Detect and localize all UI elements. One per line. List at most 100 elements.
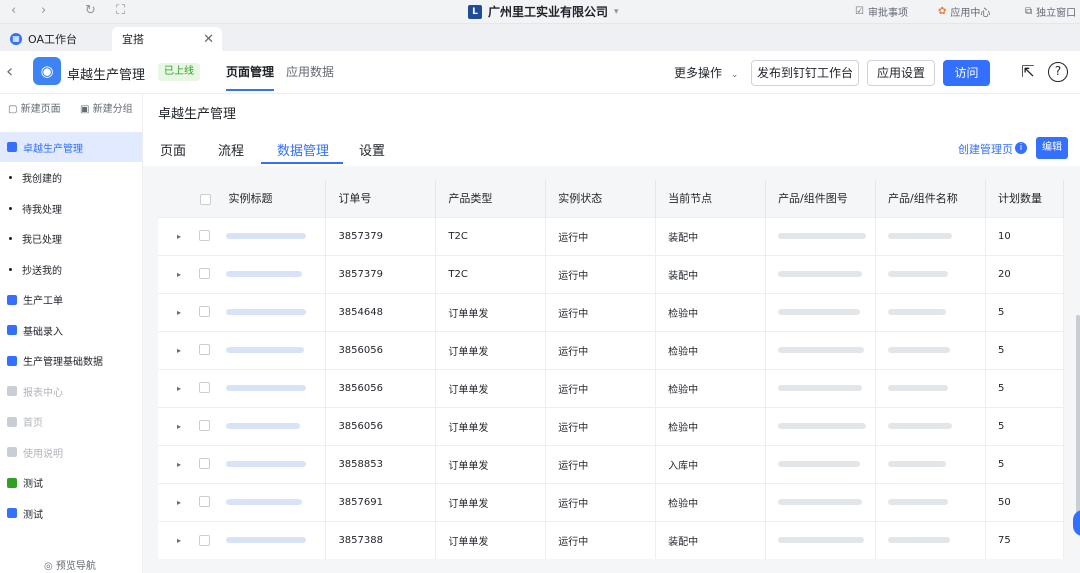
row-checkbox[interactable] — [199, 534, 211, 546]
back-arrow-icon[interactable]: ‹ — [6, 61, 13, 82]
column-order-header[interactable]: 订单号 — [325, 180, 437, 217]
sidebar-item-label: 待我处理 — [22, 204, 62, 216]
instance-title-redacted[interactable] — [226, 232, 307, 239]
sidebar-item[interactable]: 基础录入 — [0, 315, 142, 345]
table-row[interactable]: ▸ 3857691 订单单发 运行中 检验中 50 — [158, 482, 1064, 521]
column-title-header[interactable]: 实例标题 — [229, 192, 273, 205]
expand-row-icon[interactable]: ▸ — [177, 308, 181, 317]
tab-yida[interactable]: 宜搭 ✕ — [112, 27, 222, 51]
expand-row-icon[interactable]: ▸ — [177, 232, 181, 241]
instance-title-redacted[interactable] — [226, 308, 307, 315]
table-row[interactable]: ▸ 3856056 订单单发 运行中 检验中 5 — [158, 406, 1064, 445]
refresh-icon[interactable]: ↻ — [85, 3, 96, 18]
table-row[interactable]: ▸ 3857379 T2C 运行中 装配中 20 — [158, 254, 1064, 293]
company-switcher[interactable]: L 广州里工实业有限公司 ▾ — [468, 3, 619, 20]
edit-button[interactable]: 编辑 — [1036, 137, 1068, 159]
cell-drawing-no — [765, 330, 877, 369]
row-checkbox[interactable] — [199, 458, 211, 470]
new-group-button[interactable]: ▣ 新建分组 — [80, 100, 133, 115]
instance-title-redacted[interactable] — [226, 270, 303, 277]
publish-button[interactable]: 发布到钉钉工作台 — [751, 60, 859, 86]
sidebar-item[interactable]: 测试 — [0, 468, 142, 498]
row-checkbox[interactable] — [199, 344, 211, 356]
instance-title-redacted[interactable] — [226, 384, 307, 391]
sidebar-item[interactable]: 使用说明 — [0, 437, 142, 467]
sidebar-item[interactable]: 报表中心 — [0, 376, 142, 406]
column-planned-qty-header[interactable]: 计划数量 — [985, 180, 1064, 217]
caret-down-icon: ▾ — [614, 6, 619, 17]
cell-title: ▸ — [158, 482, 327, 521]
app-center-link[interactable]: ✿ 应用中心 — [938, 4, 990, 19]
sidebar-item[interactable]: 卓越生产管理 — [0, 132, 142, 162]
instance-title-redacted[interactable] — [226, 346, 305, 353]
row-checkbox[interactable] — [199, 496, 211, 508]
preview-nav-button[interactable]: ◎ 预览导航 — [44, 557, 96, 572]
cell-title: ▸ — [158, 406, 327, 445]
table-row[interactable]: ▸ 3857379 T2C 运行中 装配中 10 — [158, 216, 1064, 255]
expand-row-icon[interactable]: ▸ — [177, 384, 181, 393]
drawing-no-redacted — [778, 422, 867, 429]
instance-title-redacted[interactable] — [226, 537, 307, 543]
table-row[interactable]: ▸ 3857388 订单单发 运行中 装配中 75 — [158, 520, 1064, 559]
cell-product-name — [875, 520, 986, 559]
drawing-no-redacted — [778, 460, 861, 467]
table-row[interactable]: ▸ 3858853 订单单发 运行中 入库中 5 — [158, 444, 1064, 483]
expand-row-icon[interactable]: ▸ — [177, 498, 181, 507]
create-management-page-link[interactable]: 创建管理页 — [958, 141, 1013, 157]
table-row[interactable]: ▸ 3856056 订单单发 运行中 检验中 5 — [158, 368, 1064, 407]
expand-row-icon[interactable]: ▸ — [177, 346, 181, 355]
tab-oa-workbench[interactable]: ▦ OA工作台 — [0, 27, 112, 51]
forward-icon[interactable]: › — [41, 3, 46, 18]
column-product-type-header[interactable]: 产品类型 — [435, 180, 547, 217]
open-external-icon[interactable]: ⇱ — [1018, 62, 1038, 82]
standalone-window-link[interactable]: ⧉ 独立窗口 — [1025, 4, 1076, 19]
new-page-icon: ▢ — [8, 104, 18, 115]
sidebar-item[interactable]: 生产管理基础数据 — [0, 346, 142, 376]
drawing-no-redacted — [778, 346, 865, 353]
row-checkbox[interactable] — [199, 306, 211, 318]
expand-row-icon[interactable]: ▸ — [177, 422, 181, 431]
more-actions-button[interactable]: 更多操作 ⌄ — [674, 64, 738, 81]
nav-app-data[interactable]: 应用数据 — [286, 63, 334, 80]
close-icon[interactable]: ✕ — [203, 32, 214, 47]
expand-row-icon[interactable]: ▸ — [177, 536, 181, 545]
fullscreen-icon[interactable]: ⛶ — [116, 3, 125, 18]
sidebar-item[interactable]: 生产工单 — [0, 285, 142, 315]
visit-button[interactable]: 访问 — [943, 60, 990, 86]
row-checkbox[interactable] — [199, 420, 211, 432]
subtab-pages[interactable]: 页面 — [160, 140, 186, 159]
sidebar-item[interactable]: 待我处理 — [0, 193, 142, 223]
new-page-button[interactable]: ▢ 新建页面 — [8, 100, 61, 115]
subtab-process[interactable]: 流程 — [218, 140, 244, 159]
row-checkbox[interactable] — [199, 382, 211, 394]
subtab-data-management[interactable]: 数据管理 — [277, 140, 329, 159]
instance-title-redacted[interactable] — [226, 422, 301, 429]
table-row[interactable]: ▸ 3854648 订单单发 运行中 检验中 5 — [158, 292, 1064, 331]
sidebar-item[interactable]: 首页 — [0, 407, 142, 437]
help-icon[interactable]: ? — [1048, 62, 1068, 82]
info-icon[interactable]: i — [1015, 142, 1027, 154]
scrollbar[interactable] — [1076, 315, 1080, 525]
select-all-checkbox[interactable] — [200, 193, 211, 205]
sidebar-item[interactable]: 抄送我的 — [0, 254, 142, 284]
back-icon[interactable]: ‹ — [11, 3, 16, 18]
sidebar-item[interactable]: 我创建的 — [0, 163, 142, 193]
expand-row-icon[interactable]: ▸ — [177, 460, 181, 469]
row-checkbox[interactable] — [199, 268, 211, 280]
table-row[interactable]: ▸ 3856056 订单单发 运行中 检验中 5 — [158, 330, 1064, 369]
approval-link[interactable]: ☑ 审批事项 — [855, 4, 908, 19]
expand-row-icon[interactable]: ▸ — [177, 270, 181, 279]
app-settings-button[interactable]: 应用设置 — [867, 60, 935, 86]
nav-page-management[interactable]: 页面管理 — [226, 63, 275, 91]
sidebar-item[interactable]: 测试 — [0, 498, 142, 528]
row-checkbox[interactable] — [199, 230, 211, 242]
column-drawing-no-header[interactable]: 产品/组件图号 — [765, 180, 877, 217]
instance-title-redacted[interactable] — [226, 498, 303, 505]
column-product-name-header[interactable]: 产品/组件名称 — [875, 180, 986, 217]
cell-product-name — [875, 216, 986, 255]
instance-title-redacted[interactable] — [226, 460, 307, 467]
subtab-settings[interactable]: 设置 — [359, 140, 385, 159]
sidebar-item[interactable]: 我已处理 — [0, 224, 142, 254]
column-status-header[interactable]: 实例状态 — [545, 180, 657, 217]
column-node-header[interactable]: 当前节点 — [655, 180, 767, 217]
